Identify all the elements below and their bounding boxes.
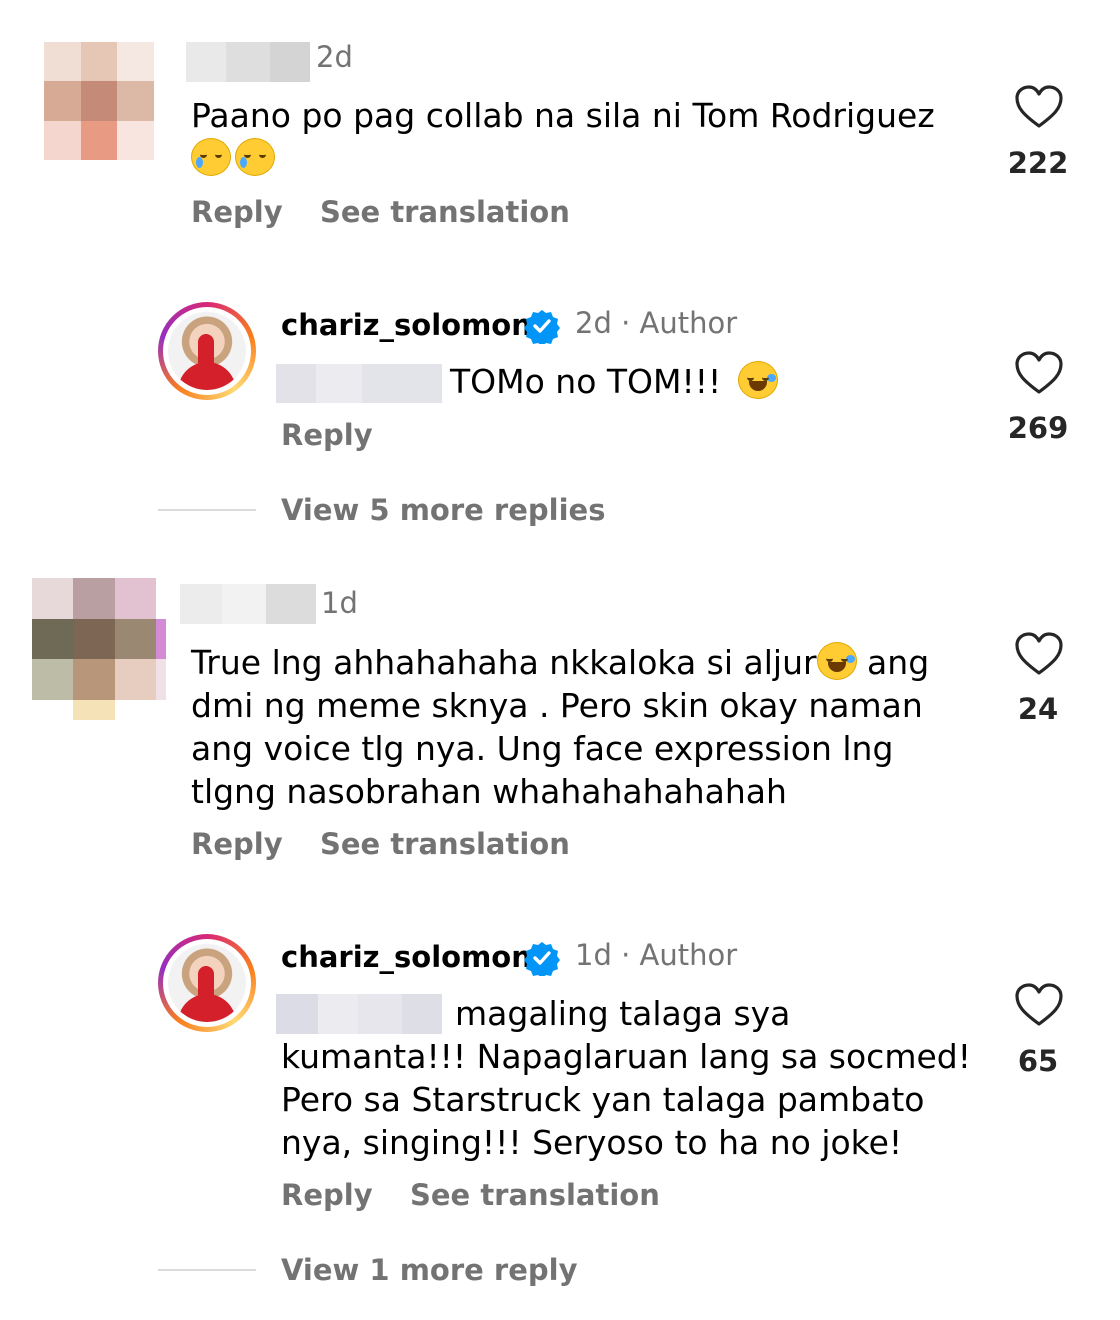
author-avatar[interactable] [158,302,256,400]
heart-icon[interactable] [1014,631,1064,677]
reply-text-content: TOMo no TOM!!! [450,362,722,401]
mention-blurred[interactable] [276,364,442,403]
see-translation-button[interactable]: See translation [320,195,570,229]
author-avatar[interactable] [158,934,256,1032]
comment-text: Paano po pag collab na sila ni Tom Rodri… [191,94,981,180]
reply-text: magaling talaga sya kumanta!!! Napaglaru… [281,992,981,1164]
face-with-tears-of-joy-emoji [737,361,778,399]
see-translation-button[interactable]: See translation [320,827,570,861]
author-username[interactable]: chariz_solomon [281,308,532,342]
author-badge: Author [639,306,738,340]
reply-button[interactable]: Reply [191,827,283,861]
comment-text-line: dmi ng meme sknya . Pero skin okay naman [191,686,923,725]
comment-time: 2d [316,40,353,74]
reply-button[interactable]: Reply [281,418,373,452]
verified-badge-icon [524,942,560,976]
comment-text: True lng ahhahahaha nkkaloka si aljur an… [191,641,981,813]
heart-icon[interactable] [1014,982,1064,1028]
username-blurred[interactable] [186,42,310,82]
reply-time: 1d · Author [575,938,737,972]
reply-time: 2d · Author [575,306,737,340]
reply-time-value: 2d [575,306,612,340]
separator-dot: · [621,306,640,340]
view-more-replies-button[interactable]: View 1 more reply [281,1253,578,1287]
like-count: 269 [1007,411,1069,445]
divider-line [158,1269,256,1271]
reply-text-line: Pero sa Starstruck yan talaga pambato [281,1080,925,1119]
reply-text-line: magaling talaga sya [455,994,791,1033]
face-with-tears-of-joy-emoji [816,642,857,680]
reply-button[interactable]: Reply [281,1178,373,1212]
comment-text-line: ang [856,643,930,682]
comment-text-line: True lng ahhahahaha nkkaloka si aljur [191,643,817,682]
heart-icon[interactable] [1014,84,1064,130]
divider-line [158,509,256,511]
view-more-replies-button[interactable]: View 5 more replies [281,493,605,527]
author-username[interactable]: chariz_solomon [281,940,532,974]
heart-icon[interactable] [1014,350,1064,396]
reply-text: TOMo no TOM!!! [450,360,778,403]
comment-time: 1d [321,586,358,620]
like-count: 65 [1017,1044,1059,1078]
comment-text-content: Paano po pag collab na sila ni Tom Rodri… [191,96,935,135]
user-avatar-blurred[interactable] [44,42,154,160]
crying-face-emoji [235,138,275,176]
username-blurred[interactable] [180,584,316,624]
like-count: 24 [1017,692,1059,726]
reply-text-line: nya, singing!!! Seryoso to ha no joke! [281,1123,903,1162]
see-translation-button[interactable]: See translation [410,1178,660,1212]
verified-badge-icon [524,310,560,344]
reply-button[interactable]: Reply [191,195,283,229]
author-badge: Author [639,938,738,972]
reply-time-value: 1d [575,938,612,972]
crying-face-emoji [191,138,231,176]
reply-text-line: kumanta!!! Napaglaruan lang sa socmed! [281,1037,971,1076]
comment-text-line: ang voice tlg nya. Ung face expression l… [191,729,894,768]
like-count: 222 [1007,146,1069,180]
comment-text-line: tlgng nasobrahan whahahahahahah [191,772,787,811]
user-avatar-blurred[interactable] [32,578,166,720]
separator-dot: · [621,938,640,972]
